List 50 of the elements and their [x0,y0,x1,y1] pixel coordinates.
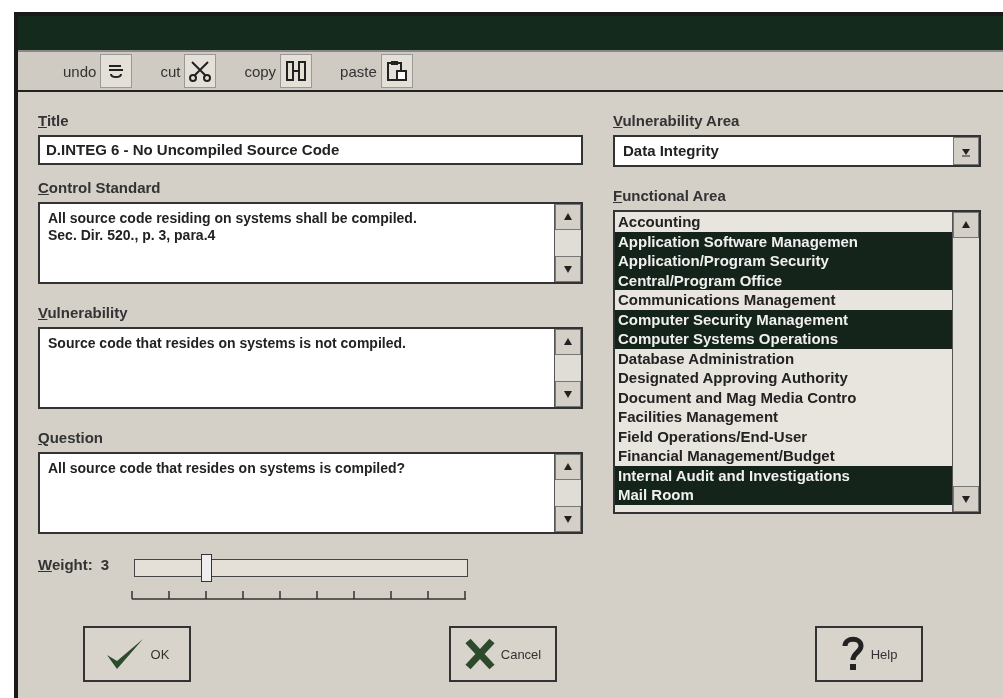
field-label: Functional Area [613,187,726,204]
checkmark-icon [104,637,145,671]
dropdown[interactable]: Data Integrity [613,135,981,167]
list-item[interactable]: Computer Security Management [615,309,952,329]
list-item[interactable]: Designated Approving Authority [615,368,952,388]
field-label: Vulnerability [38,304,128,321]
field-label: Vulnerability Area [613,112,740,129]
weight-value: 3 [100,556,110,573]
dialog-button[interactable]: OK [83,626,191,682]
dialog-button[interactable]: Help [815,626,923,682]
field-label: Title [38,112,69,129]
scrollbar[interactable] [554,329,581,407]
list-item[interactable]: Central/Program Office [615,270,952,290]
list-item[interactable]: Application Software Managemen [615,231,952,251]
toolbar-button[interactable]: copy [244,54,313,88]
up-arrow-icon [563,462,573,472]
down-arrow-icon [563,264,573,274]
toolbar-button[interactable]: undo [63,54,133,88]
up-arrow-icon [961,220,971,230]
dialog-button[interactable]: Cancel [449,626,557,682]
down-arrow-icon [563,389,573,399]
x-icon [464,638,495,670]
scrollbar[interactable] [952,212,979,512]
list-item[interactable]: Application/Program Security [615,251,952,271]
scissors-icon [188,60,213,82]
slider-thumb[interactable] [201,554,213,582]
up-arrow-icon [563,337,573,347]
copy-icon [285,60,308,82]
list-item[interactable]: Mail Room [615,485,952,505]
toolbar-button[interactable]: paste [340,54,413,88]
down-arrow-icon [961,494,971,504]
field-label: Control Standard [38,179,161,196]
down-arrow-icon [563,514,573,524]
list-item[interactable]: Accounting [615,212,952,232]
up-arrow-icon [563,212,573,222]
list-item[interactable]: Document and Mag Media Contro [615,387,952,407]
title-field[interactable]: D.INTEG 6 - No Uncompiled Source Code [38,135,583,165]
weight-label: Weight: [38,556,93,573]
question-mark-icon [840,636,865,672]
scrollbar[interactable] [554,454,581,532]
list-item[interactable]: Computer Systems Operations [615,329,952,349]
clipboard-icon [385,60,408,82]
field-label: Question [38,429,103,446]
list-item[interactable]: Financial Management/Budget [615,446,952,466]
scrollbar[interactable] [554,204,581,282]
list-item[interactable]: Communications Management [615,290,952,310]
list-item[interactable]: Internal Audit and Investigations [615,465,952,485]
list-item[interactable]: Field Operations/End-User [615,426,952,446]
list-item[interactable]: Database Administration [615,348,952,368]
list-item[interactable]: Facilities Management [615,407,952,427]
